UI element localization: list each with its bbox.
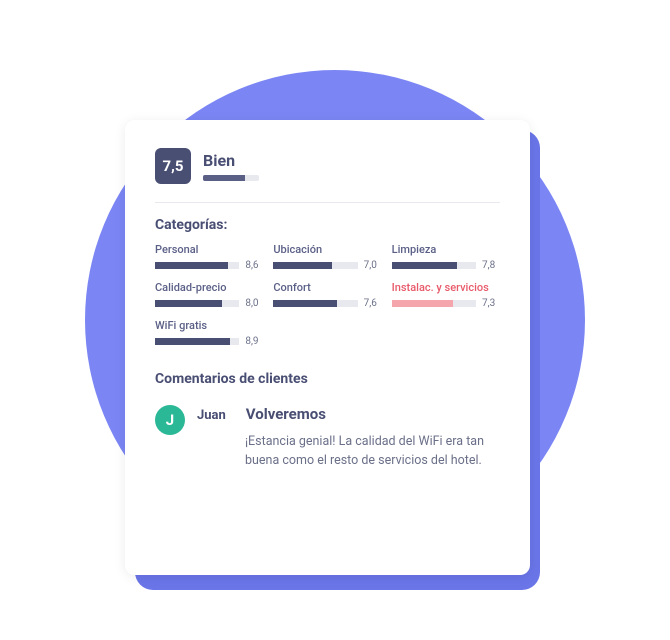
overall-score-bar xyxy=(203,175,259,181)
category-bar-fill xyxy=(155,262,228,269)
review-body: Juan Volveremos ¡Estancia genial! La cal… xyxy=(197,405,500,471)
category-bar-fill xyxy=(273,300,337,307)
category-bar xyxy=(392,300,476,307)
category-bar xyxy=(392,262,476,269)
category-bar-fill xyxy=(392,262,458,269)
category-label: Personal xyxy=(155,243,263,256)
reviews-section-title: Comentarios de clientes xyxy=(155,371,500,387)
category-bar-fill xyxy=(155,300,222,307)
overall-score-header: 7,5 Bien xyxy=(155,148,500,184)
category-label: Ubicación xyxy=(273,243,381,256)
category-label: Instalac. y servicios xyxy=(392,281,500,294)
category-value: 7,0 xyxy=(364,260,382,271)
overall-score-bar-fill xyxy=(203,175,245,181)
category-bar xyxy=(155,262,239,269)
category-bar xyxy=(155,338,239,345)
review-author: Juan xyxy=(197,408,226,423)
category-bar-row: 8,0 xyxy=(155,298,263,309)
category-item: Confort 7,6 xyxy=(273,281,381,309)
category-value: 8,6 xyxy=(245,260,263,271)
category-bar-fill xyxy=(273,262,332,269)
category-bar-fill xyxy=(155,338,230,345)
category-value: 8,0 xyxy=(245,298,263,309)
category-label: Calidad-precio xyxy=(155,281,263,294)
category-bar-row: 7,3 xyxy=(392,298,500,309)
category-value: 7,6 xyxy=(364,298,382,309)
category-item: Limpieza 7,8 xyxy=(392,243,500,271)
category-value: 8,9 xyxy=(245,336,263,347)
review-text: ¡Estancia genial! La calidad del WiFi er… xyxy=(245,433,500,471)
category-bar xyxy=(155,300,239,307)
category-value: 7,3 xyxy=(482,298,500,309)
overall-score-badge: 7,5 xyxy=(155,148,191,184)
category-bar xyxy=(273,262,357,269)
category-bar-row: 8,9 xyxy=(155,336,263,347)
category-label: Limpieza xyxy=(392,243,500,256)
overall-score-label: Bien xyxy=(203,151,259,170)
overall-score-info: Bien xyxy=(203,151,259,181)
category-item: Ubicación 7,0 xyxy=(273,243,381,271)
category-bar-row: 7,8 xyxy=(392,260,500,271)
category-value: 7,8 xyxy=(482,260,500,271)
category-item: Calidad-precio 8,0 xyxy=(155,281,263,309)
category-label: Confort xyxy=(273,281,381,294)
category-bar-fill xyxy=(392,300,454,307)
review-card: 7,5 Bien Categorías: Personal 8,6 Ubicació… xyxy=(125,120,530,575)
category-item: Personal 8,6 xyxy=(155,243,263,271)
category-label: WiFi gratis xyxy=(155,319,263,332)
review-title: Volveremos xyxy=(246,405,326,423)
categories-grid: Personal 8,6 Ubicación 7,0 Limpieza 7,8 Calida… xyxy=(155,243,500,347)
divider xyxy=(155,202,500,203)
avatar: J xyxy=(155,405,185,435)
review-item: J Juan Volveremos ¡Estancia genial! La c… xyxy=(155,405,500,471)
category-item: Instalac. y servicios 7,3 xyxy=(392,281,500,309)
categories-title: Categorías: xyxy=(155,217,500,233)
review-header: Juan Volveremos xyxy=(197,405,500,423)
category-item: WiFi gratis 8,9 xyxy=(155,319,263,347)
category-bar xyxy=(273,300,357,307)
category-bar-row: 7,6 xyxy=(273,298,381,309)
category-bar-row: 7,0 xyxy=(273,260,381,271)
category-bar-row: 8,6 xyxy=(155,260,263,271)
